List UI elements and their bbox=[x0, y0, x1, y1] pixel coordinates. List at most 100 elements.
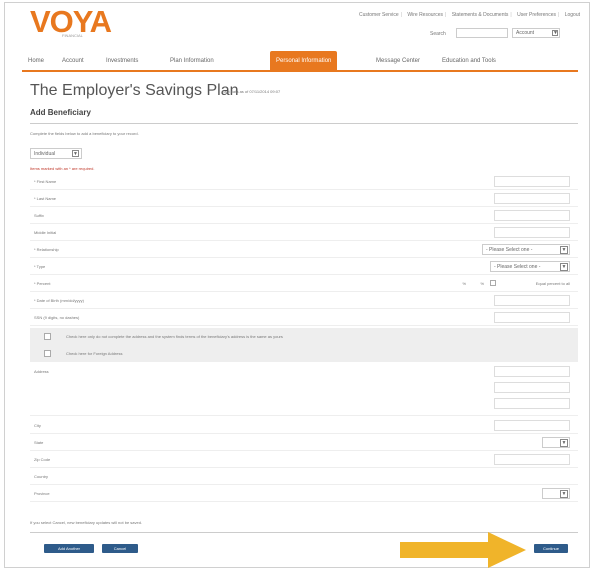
form-row-foreign-address: Check here for Foreign Address bbox=[30, 345, 578, 362]
divider bbox=[30, 123, 578, 124]
field-label: City bbox=[34, 423, 41, 428]
address-line-3-field[interactable] bbox=[494, 398, 570, 409]
statements-link[interactable]: Statements & Documents bbox=[452, 12, 509, 18]
address-line-2-field[interactable] bbox=[494, 382, 570, 393]
field-label: Zip Code bbox=[34, 457, 51, 462]
page-title: The Employer's Savings Plan bbox=[30, 82, 239, 99]
chevron-down-icon[interactable]: ▼ bbox=[552, 30, 558, 36]
last-name-field[interactable] bbox=[494, 193, 570, 204]
equal-percent-label: Equal percent to all bbox=[535, 281, 570, 286]
cancel-button[interactable]: Cancel bbox=[102, 544, 138, 553]
form-row-dob: * Date of Birth (mm/dd/yyyy) bbox=[30, 293, 578, 309]
required-note: Items marked with an * are required. bbox=[30, 166, 95, 171]
customer-service-link[interactable]: Customer Service bbox=[359, 12, 399, 18]
first-name-field[interactable] bbox=[494, 176, 570, 187]
nav-investments[interactable]: Investments bbox=[106, 58, 138, 64]
nav-education-tools[interactable]: Education and Tools bbox=[442, 58, 496, 64]
beneficiary-type-value: Individual bbox=[34, 151, 56, 157]
form-row-same-address: Check here only do not complete the addr… bbox=[30, 328, 578, 345]
chevron-down-icon[interactable]: ▼ bbox=[560, 246, 568, 254]
continue-button[interactable]: Continue bbox=[534, 544, 568, 553]
ssn-field[interactable] bbox=[494, 312, 570, 323]
form-row-first-name: * First Name bbox=[30, 174, 578, 190]
field-label: Address bbox=[34, 369, 49, 374]
form-row-middle-initial: Middle Initial bbox=[30, 225, 578, 241]
chevron-down-icon[interactable]: ▼ bbox=[560, 490, 568, 498]
province-select[interactable]: ▼ bbox=[542, 488, 570, 499]
nav-personal-information[interactable]: Personal Information bbox=[270, 51, 338, 72]
search-scope-select[interactable]: Account ▼ bbox=[512, 28, 560, 38]
zip-field[interactable] bbox=[494, 454, 570, 465]
logout-link[interactable]: Logout bbox=[565, 12, 580, 18]
search-input[interactable] bbox=[456, 28, 508, 38]
relationship-select[interactable]: - Please Select one - ▼ bbox=[482, 244, 570, 255]
field-label: * Percent bbox=[34, 281, 51, 286]
city-field[interactable] bbox=[494, 420, 570, 431]
nav-account[interactable]: Account bbox=[62, 58, 84, 64]
relationship-value: - Please Select one - bbox=[486, 247, 533, 253]
field-label: Province bbox=[34, 491, 50, 496]
same-address-label: Check here only do not complete the addr… bbox=[66, 334, 283, 339]
form-row-percent: * Percent % % Equal percent to all bbox=[30, 276, 578, 292]
nav-plan-information[interactable]: Plan Information bbox=[170, 58, 214, 64]
chevron-down-icon[interactable]: ▼ bbox=[560, 263, 568, 271]
form-row-address: Address bbox=[30, 364, 578, 416]
form-row-city: City bbox=[30, 418, 578, 434]
type-select[interactable]: - Please Select one - ▼ bbox=[490, 261, 570, 272]
link-divider: | bbox=[558, 12, 560, 18]
form-row-province: Province ▼ bbox=[30, 486, 578, 502]
foreign-address-checkbox[interactable] bbox=[44, 350, 51, 357]
address-line-1-field[interactable] bbox=[494, 366, 570, 377]
state-select[interactable]: ▼ bbox=[542, 437, 570, 448]
field-label: SSN (9 digits, no dashes) bbox=[34, 315, 80, 320]
field-label: Middle Initial bbox=[34, 230, 57, 235]
page-title-date: Last data as of 07/11/2014 09:07 bbox=[222, 89, 281, 94]
field-label: * Date of Birth (mm/dd/yyyy) bbox=[34, 298, 85, 303]
field-label: State bbox=[34, 440, 44, 445]
form-row-ssn: SSN (9 digits, no dashes) bbox=[30, 310, 578, 326]
chevron-down-icon[interactable]: ▼ bbox=[72, 150, 79, 157]
cancel-note: If you select Cancel, new beneficiary up… bbox=[30, 520, 143, 525]
field-label: * Relationship bbox=[34, 247, 59, 252]
wire-resources-link[interactable]: Wire Resources bbox=[407, 12, 443, 18]
percent-suffix: % bbox=[480, 281, 484, 286]
field-label: Suffix bbox=[34, 213, 44, 218]
same-address-checkbox[interactable] bbox=[44, 333, 51, 340]
search-scope-value: Account bbox=[516, 30, 535, 36]
percent-prefix: % bbox=[462, 281, 466, 286]
field-label: * Last Name bbox=[34, 196, 57, 201]
equal-percent-checkbox[interactable] bbox=[490, 280, 496, 286]
form-row-country: Country bbox=[30, 469, 578, 485]
user-preferences-link[interactable]: User Preferences bbox=[517, 12, 556, 18]
arrow-pointer-icon bbox=[400, 532, 526, 568]
section-title: Add Beneficiary bbox=[30, 108, 91, 117]
field-label: Country bbox=[34, 474, 49, 479]
search-label: Search bbox=[430, 31, 446, 37]
link-divider: | bbox=[444, 12, 447, 18]
form-row-type: * Type - Please Select one - ▼ bbox=[30, 259, 578, 275]
main-nav: Home Account Investments Plan Informatio… bbox=[22, 50, 578, 72]
arrow-shape bbox=[400, 532, 526, 568]
form-row-suffix: Suffix bbox=[30, 208, 578, 224]
logo-tagline: FINANCIAL bbox=[62, 33, 83, 38]
link-divider: | bbox=[400, 12, 403, 18]
add-another-button[interactable]: Add Another bbox=[44, 544, 94, 553]
chevron-down-icon[interactable]: ▼ bbox=[560, 439, 568, 447]
nav-home[interactable]: Home bbox=[28, 58, 44, 64]
field-label: * First Name bbox=[34, 179, 57, 184]
suffix-field[interactable] bbox=[494, 210, 570, 221]
nav-message-center[interactable]: Message Center bbox=[376, 58, 420, 64]
type-value: - Please Select one - bbox=[494, 264, 541, 270]
beneficiary-type-select[interactable]: Individual ▼ bbox=[30, 148, 82, 159]
form-row-zip: Zip Code bbox=[30, 452, 578, 468]
field-label: * Type bbox=[34, 264, 46, 269]
intro-text: Complete the fields below to add a benef… bbox=[30, 131, 139, 136]
link-divider: | bbox=[510, 12, 512, 18]
form-row-last-name: * Last Name bbox=[30, 191, 578, 207]
form-row-state: State ▼ bbox=[30, 435, 578, 451]
foreign-address-label: Check here for Foreign Address bbox=[66, 351, 123, 356]
utility-links: Customer Service | Wire Resources | Statem… bbox=[357, 12, 580, 18]
dob-field[interactable] bbox=[494, 295, 570, 306]
middle-initial-field[interactable] bbox=[494, 227, 570, 238]
form-row-relationship: * Relationship - Please Select one - ▼ bbox=[30, 242, 578, 258]
